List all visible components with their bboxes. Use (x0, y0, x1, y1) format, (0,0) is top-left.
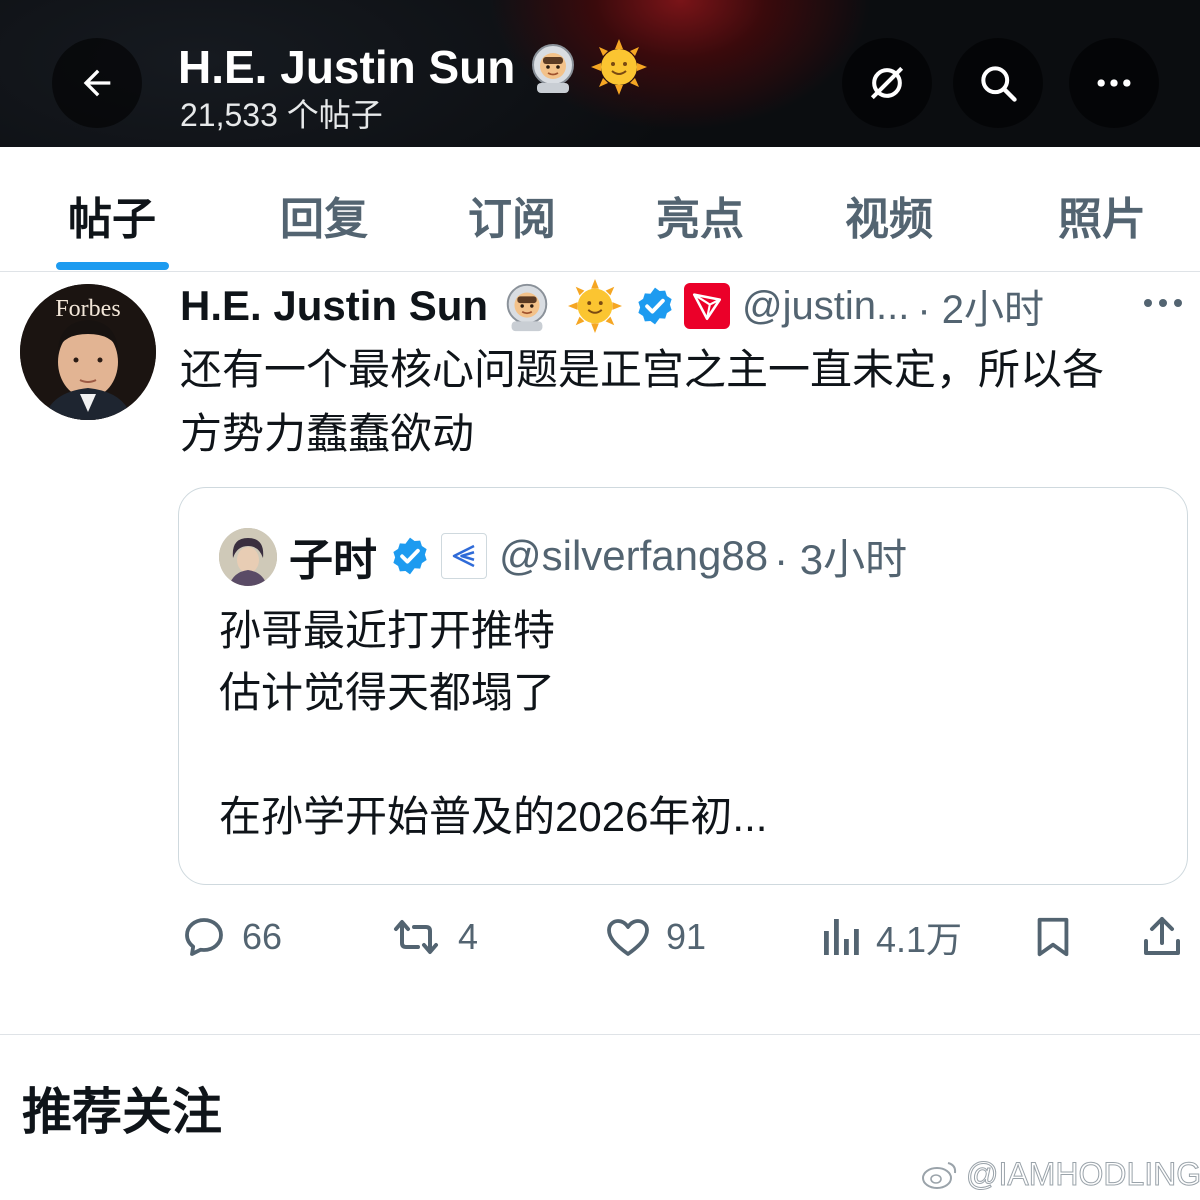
repost-icon (394, 920, 438, 954)
back-button[interactable] (52, 38, 142, 128)
quoted-text-blank-line (219, 724, 1159, 786)
active-tab-indicator (56, 262, 169, 270)
section-divider (0, 1034, 1200, 1035)
post-author-name[interactable]: H.E. Justin Sun (180, 282, 488, 330)
quoted-time[interactable]: · 3小时 (774, 526, 907, 587)
quoted-author-avatar[interactable] (219, 528, 277, 586)
repost-button[interactable]: 4 (388, 912, 478, 962)
views-count: 4.1万 (876, 919, 963, 960)
header-title: H.E. Justin Sun (178, 41, 516, 93)
views-button[interactable]: 4.1万 (818, 912, 962, 962)
tab-posts[interactable]: 帖子 (68, 183, 156, 247)
profile-tabs: 帖子 回复 订阅 亮点 视频 照片 (0, 147, 1200, 272)
weibo-logo-icon (922, 1162, 957, 1189)
quoted-text-line: 估计觉得天都塌了 (219, 669, 556, 716)
search-icon (981, 66, 1017, 102)
heart-icon (607, 919, 649, 956)
author-avatar[interactable]: Forbes (20, 284, 156, 420)
quoted-header: 子时 @silverfang88 · 3小时 (289, 526, 907, 586)
tab-subscriptions[interactable]: 订阅 (468, 183, 556, 247)
verified-badge-icon (638, 287, 672, 325)
header-title-row: H.E. Justin Sun (178, 38, 648, 96)
tab-photos[interactable]: 照片 (1058, 183, 1146, 247)
affiliate-badge-icon[interactable] (441, 533, 487, 579)
repost-count: 4 (458, 916, 479, 957)
who-to-follow-title: 推荐关注 (22, 1084, 222, 1140)
like-button[interactable]: 91 (604, 912, 706, 962)
more-dots-icon (1144, 299, 1182, 307)
verified-badge-icon (393, 537, 427, 575)
sun-face-emoji-icon (568, 279, 623, 333)
slash-circle-icon (870, 66, 904, 100)
post-more-button[interactable] (1140, 290, 1186, 321)
tab-videos[interactable]: 视频 (845, 183, 933, 247)
watermark: @IAMHODLING (920, 1152, 1200, 1196)
profile-header: H.E. Justin Sun 21,533 个帖子 (0, 0, 1200, 147)
forbes-logo-text: Forbes (55, 296, 120, 322)
quoted-author-handle[interactable]: @silverfang88 (499, 532, 768, 580)
reply-count: 66 (242, 916, 283, 957)
quoted-text: 孙哥最近打开推特 估计觉得天都塌了 在孙学开始普及的2026年初... (219, 600, 1159, 848)
share-button[interactable] (1138, 912, 1186, 962)
share-upload-icon (1144, 917, 1180, 955)
reply-button[interactable]: 66 (180, 912, 282, 962)
post-text-line: 还有一个最核心问题是正宫之主一直未定，所以各 (180, 346, 1105, 393)
search-button[interactable] (953, 38, 1043, 128)
watermark-text: @IAMHODLING (965, 1155, 1200, 1192)
back-arrow-icon (83, 69, 111, 97)
more-dots-icon (1097, 79, 1131, 87)
more-button[interactable] (1069, 38, 1159, 128)
tron-affiliate-badge-icon[interactable] (684, 283, 731, 329)
bookmark-icon (1037, 917, 1069, 957)
bookmark-button[interactable] (1030, 912, 1076, 962)
tab-highlights[interactable]: 亮点 (656, 183, 744, 247)
quoted-tweet[interactable]: 子时 @silverfang88 · 3小时 孙哥最近打开推特 估计觉得天都塌了… (178, 487, 1188, 885)
post-time[interactable]: · 2小时 (917, 277, 1044, 335)
astronaut-emoji-icon (500, 279, 554, 333)
reply-bubble-icon (185, 918, 223, 956)
quoted-text-line: 在孙学开始普及的2026年初... (219, 793, 768, 840)
post-count: 21,533 个帖子 (180, 97, 383, 133)
grok-button[interactable] (842, 38, 932, 128)
post-author-handle[interactable]: @justin... (742, 284, 909, 329)
sun-face-emoji-icon (591, 39, 648, 95)
tab-replies[interactable]: 回复 (280, 183, 368, 247)
quoted-text-line: 孙哥最近打开推特 (219, 607, 556, 654)
like-count: 91 (666, 916, 707, 957)
avatar-portrait: Forbes (20, 284, 156, 420)
post-text-line: 方势力蠢蠢欲动 (180, 410, 475, 457)
post-header: H.E. Justin Sun @justin... · 2小时 (180, 277, 1044, 335)
quoted-author-name[interactable]: 子时 (289, 524, 377, 588)
astronaut-emoji-icon (525, 39, 581, 95)
post-text: 还有一个最核心问题是正宫之主一直未定，所以各 方势力蠢蠢欲动 (180, 338, 1190, 466)
quoted-avatar-illustration (219, 528, 277, 586)
views-bar-chart-icon (824, 919, 859, 955)
